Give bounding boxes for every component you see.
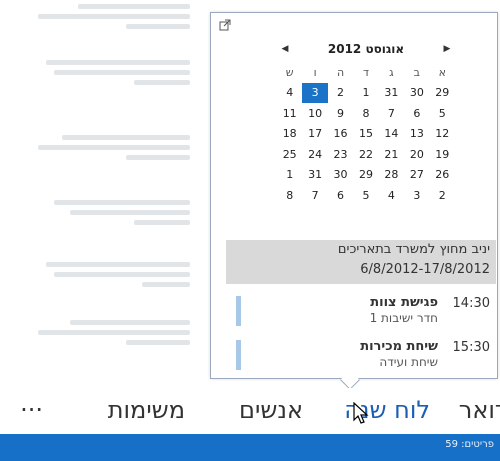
calendar-day[interactable]: 12 [430,124,455,144]
appointment-title: שיחת מכירות [360,339,438,354]
calendar-day[interactable]: 2 [328,83,353,103]
mouse-pointer-icon [353,401,371,426]
calendar-day[interactable]: 24 [302,145,327,165]
calendar-day[interactable]: 5 [430,104,455,124]
nav-tasks[interactable]: משימות [108,394,185,426]
list-item [30,60,190,90]
appointment-color-bar [236,296,241,326]
calendar-day[interactable]: 5 [353,186,378,206]
calendar-day[interactable]: 4 [277,83,302,103]
month-title: אוגוסט 2012 [327,42,405,56]
nav-more-button[interactable]: ··· [20,394,43,426]
calendar-week-row: 19 20 21 22 23 24 25 [277,145,455,165]
calendar-day[interactable]: 7 [379,104,404,124]
calendar-day[interactable]: 29 [353,165,378,185]
calendar-week-row: 12 13 14 15 16 17 18 [277,124,455,144]
calendar-day[interactable]: 29 [430,83,455,103]
list-item [30,262,190,292]
calendar-day[interactable]: 16 [328,124,353,144]
calendar-day[interactable]: 30 [328,165,353,185]
weekday-header-row: אבגדהוש [277,63,455,83]
calendar-day[interactable]: 7 [302,186,327,206]
module-navigation: דואר לוח שנה אנשים משימות ··· [0,388,500,434]
appointment-color-bar [236,340,241,370]
weekday-label: ו [313,66,317,79]
calendar-day[interactable]: 6 [404,104,429,124]
calendar-header: ◀ אוגוסט 2012 ▶ [277,40,455,58]
calendar-week-row: 29 30 31 1 2 3 4 [277,83,455,103]
calendar-day[interactable]: 23 [328,145,353,165]
list-item [30,320,190,350]
event-title: יניב מחוץ למשרד בתאריכים [337,242,490,257]
calendar-day[interactable]: 30 [404,83,429,103]
calendar-day[interactable]: 3 [404,186,429,206]
calendar-day[interactable]: 1 [353,83,378,103]
calendar-week-row: 2345678 [277,186,455,206]
calendar-day[interactable]: 31 [379,83,404,103]
popout-icon[interactable] [219,19,233,33]
appointment-title: פגישת צוות [370,295,438,310]
appointment-time: 14:30 [452,296,490,311]
appointment-item[interactable]: 15:30 שיחת מכירות שיחת ועידה [236,338,496,378]
list-item [30,135,190,165]
list-item [30,200,190,230]
calendar-day[interactable]: 20 [404,145,429,165]
message-list-background [0,0,200,378]
calendar-day[interactable]: 6 [328,186,353,206]
calendar-day[interactable]: 11 [277,104,302,124]
calendar-day[interactable]: 22 [353,145,378,165]
appointment-location: שיחת ועידה [379,355,438,369]
calendar-week-row: 5 6 7 8 9 10 11 [277,104,455,124]
nav-mail[interactable]: דואר [459,394,500,426]
calendar-day[interactable]: 19 [430,145,455,165]
calendar-day[interactable]: 3 [302,83,328,103]
item-count: פריטים: 59 [445,439,494,450]
calendar-day[interactable]: 18 [277,124,302,144]
out-of-office-event[interactable]: יניב מחוץ למשרד בתאריכים 6/8/2012-17/8/2… [226,240,496,284]
calendar-day[interactable]: 14 [379,124,404,144]
weekday-label: ג [389,66,394,79]
calendar-week-row: 26 27 28 29 30 31 1 [277,165,455,185]
calendar-day[interactable]: 28 [379,165,404,185]
calendar-day[interactable]: 17 [302,124,327,144]
list-item [30,4,190,34]
calendar-day[interactable]: 4 [379,186,404,206]
calendar-day[interactable]: 31 [302,165,327,185]
weekday-label: ב [413,66,421,79]
calendar-day[interactable]: 25 [277,145,302,165]
calendar-day[interactable]: 15 [353,124,378,144]
weekday-label: ה [336,66,345,79]
calendar-day[interactable]: 21 [379,145,404,165]
calendar-day[interactable]: 9 [328,104,353,124]
calendar-day[interactable]: 1 [277,165,302,185]
weekday-label: ש [285,66,294,79]
chevron-right-icon[interactable]: ▶ [439,40,455,58]
weekday-label: ד [362,66,369,79]
calendar-day[interactable]: 10 [302,104,327,124]
calendar-day[interactable]: 8 [277,186,302,206]
calendar-day[interactable]: 27 [404,165,429,185]
appointment-item[interactable]: 14:30 פגישת צוות חדר ישיבות 1 [236,294,496,334]
appointment-time: 15:30 [452,340,490,355]
calendar-day[interactable]: 13 [404,124,429,144]
chevron-left-icon[interactable]: ◀ [277,40,293,58]
calendar-peek: ◀ אוגוסט 2012 ▶ א ב ג ד ה ו ש 29 30 31 1 2 3 4 5 6 7 8 9 10… [210,12,498,379]
nav-people[interactable]: אנשים [239,394,303,426]
appointment-location: חדר ישיבות 1 [369,311,438,325]
event-dates: 6/8/2012-17/8/2012 [360,262,490,277]
weekday-label: א [438,66,446,79]
calendar-day[interactable]: 26 [430,165,455,185]
status-bar: פריטים: 59 [0,434,500,461]
calendar-day[interactable]: 8 [353,104,378,124]
calendar-day[interactable]: 2 [430,186,455,206]
